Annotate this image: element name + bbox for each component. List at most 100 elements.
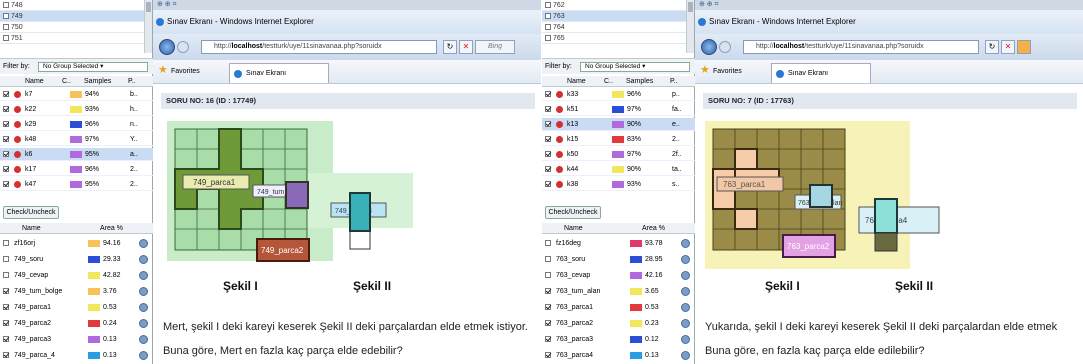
browser-tab[interactable]: Sınav Ekranı [229, 63, 329, 83]
id-list-item[interactable]: 764 [542, 22, 694, 33]
settings-icon[interactable] [139, 303, 148, 312]
id-list-scrollbar[interactable] [144, 0, 152, 53]
settings-icon[interactable] [681, 287, 690, 296]
checkbox[interactable] [3, 240, 9, 246]
checkbox[interactable] [545, 166, 551, 172]
checkbox[interactable] [3, 13, 9, 20]
checkbox[interactable] [545, 181, 551, 187]
group-row[interactable]: k48 97% Y.. [0, 133, 153, 146]
area-row[interactable]: fz16deg 93.78 [542, 236, 695, 251]
settings-icon[interactable] [139, 319, 148, 328]
area-row[interactable]: 763_cevap 42.16 [542, 268, 695, 283]
checkbox[interactable] [3, 35, 9, 42]
area-row[interactable]: 763_tum_alan 3.65 [542, 284, 695, 299]
stop-icon[interactable] [556, 91, 563, 98]
checkbox[interactable] [545, 320, 551, 326]
settings-icon[interactable] [681, 239, 690, 248]
group-filter-select[interactable]: No Group Selected ▾ [580, 62, 690, 72]
top-toolbar[interactable]: ⊕ ⊕ ⌗ [695, 0, 1083, 10]
checkbox[interactable] [545, 91, 551, 97]
checkbox[interactable] [545, 336, 551, 342]
checkbox[interactable] [545, 35, 551, 42]
checkbox[interactable] [3, 181, 9, 187]
settings-icon[interactable] [681, 271, 690, 280]
stop-icon[interactable] [556, 106, 563, 113]
checkbox[interactable] [3, 288, 9, 294]
area-row[interactable]: 749_cevap 42.82 [0, 268, 153, 283]
settings-icon[interactable] [681, 335, 690, 344]
settings-icon[interactable] [139, 255, 148, 264]
group-row[interactable]: k33 96% p.. [542, 88, 695, 101]
stop-icon[interactable] [556, 166, 563, 173]
area-row[interactable]: 763_parca2 0.23 [542, 316, 695, 331]
group-row[interactable]: k47 95% 2.. [0, 178, 153, 191]
check-uncheck-button[interactable]: Check/Uncheck [545, 206, 601, 219]
id-list-item[interactable]: 763 [542, 11, 694, 22]
id-list-item[interactable]: 748 [0, 0, 152, 11]
checkbox[interactable] [545, 240, 551, 246]
area-row[interactable]: zf16orj 94.16 [0, 236, 153, 251]
checkbox[interactable] [3, 256, 9, 262]
settings-icon[interactable] [681, 303, 690, 312]
settings-icon[interactable] [139, 335, 148, 344]
group-row[interactable]: k17 96% 2.. [0, 163, 153, 176]
group-row[interactable]: k29 96% n.. [0, 118, 153, 131]
stop-icon[interactable] [14, 151, 21, 158]
checkbox[interactable] [545, 121, 551, 127]
id-list-item[interactable]: 765 [542, 33, 694, 44]
back-button[interactable] [701, 39, 717, 55]
checkbox[interactable] [545, 106, 551, 112]
checkbox[interactable] [3, 121, 9, 127]
group-filter-select[interactable]: No Group Selected ▾ [38, 62, 148, 72]
checkbox[interactable] [545, 288, 551, 294]
group-row[interactable]: k22 93% h.. [0, 103, 153, 116]
settings-icon[interactable] [681, 255, 690, 264]
id-list-item[interactable]: 750 [0, 22, 152, 33]
search-box[interactable]: Bing [475, 40, 515, 54]
search-icon[interactable] [1017, 40, 1031, 54]
checkbox[interactable] [545, 2, 551, 9]
area-row[interactable]: 749_soru 29.33 [0, 252, 153, 267]
checkbox[interactable] [545, 272, 551, 278]
area-row[interactable]: 763_parca1 0.53 [542, 300, 695, 315]
back-button[interactable] [159, 39, 175, 55]
checkbox[interactable] [3, 272, 9, 278]
stop-icon[interactable] [14, 136, 21, 143]
stop-icon[interactable] [14, 166, 21, 173]
stop-icon[interactable] [556, 121, 563, 128]
stop-icon[interactable] [556, 136, 563, 143]
settings-icon[interactable] [139, 239, 148, 248]
checkbox[interactable] [3, 2, 9, 9]
browser-tab[interactable]: Sınav Ekranı [771, 63, 871, 83]
area-row[interactable]: 749_parca1 0.53 [0, 300, 153, 315]
stop-icon[interactable] [14, 181, 21, 188]
stop-icon[interactable] [14, 91, 21, 98]
checkbox[interactable] [545, 136, 551, 142]
group-row[interactable]: k13 90% e.. [542, 118, 695, 131]
id-list-item[interactable]: 762 [542, 0, 694, 11]
group-row[interactable]: k51 97% fa.. [542, 103, 695, 116]
url-field[interactable]: http://localhost/testturk/uye/11sinavana… [201, 40, 437, 54]
checkbox[interactable] [545, 304, 551, 310]
checkbox[interactable] [545, 13, 551, 20]
checkbox[interactable] [3, 91, 9, 97]
group-row[interactable]: k44 90% ta.. [542, 163, 695, 176]
forward-button[interactable] [177, 41, 189, 53]
refresh-icon[interactable]: ↻ [443, 40, 457, 54]
settings-icon[interactable] [681, 319, 690, 328]
stop-icon[interactable]: ✕ [459, 40, 473, 54]
settings-icon[interactable] [139, 287, 148, 296]
area-row[interactable]: 763_soru 28.95 [542, 252, 695, 267]
stop-icon[interactable] [14, 121, 21, 128]
checkbox[interactable] [3, 136, 9, 142]
group-row[interactable]: k7 94% b.. [0, 88, 153, 101]
favorites-star-icon[interactable]: ★ [158, 65, 168, 76]
settings-icon[interactable] [139, 271, 148, 280]
checkbox[interactable] [3, 320, 9, 326]
settings-icon[interactable] [139, 351, 148, 360]
area-row[interactable]: 763_parca3 0.12 [542, 332, 695, 347]
group-row[interactable]: k38 93% s.. [542, 178, 695, 191]
checkbox[interactable] [545, 256, 551, 262]
stop-icon[interactable] [556, 181, 563, 188]
group-row[interactable]: k6 95% a.. [0, 148, 153, 161]
